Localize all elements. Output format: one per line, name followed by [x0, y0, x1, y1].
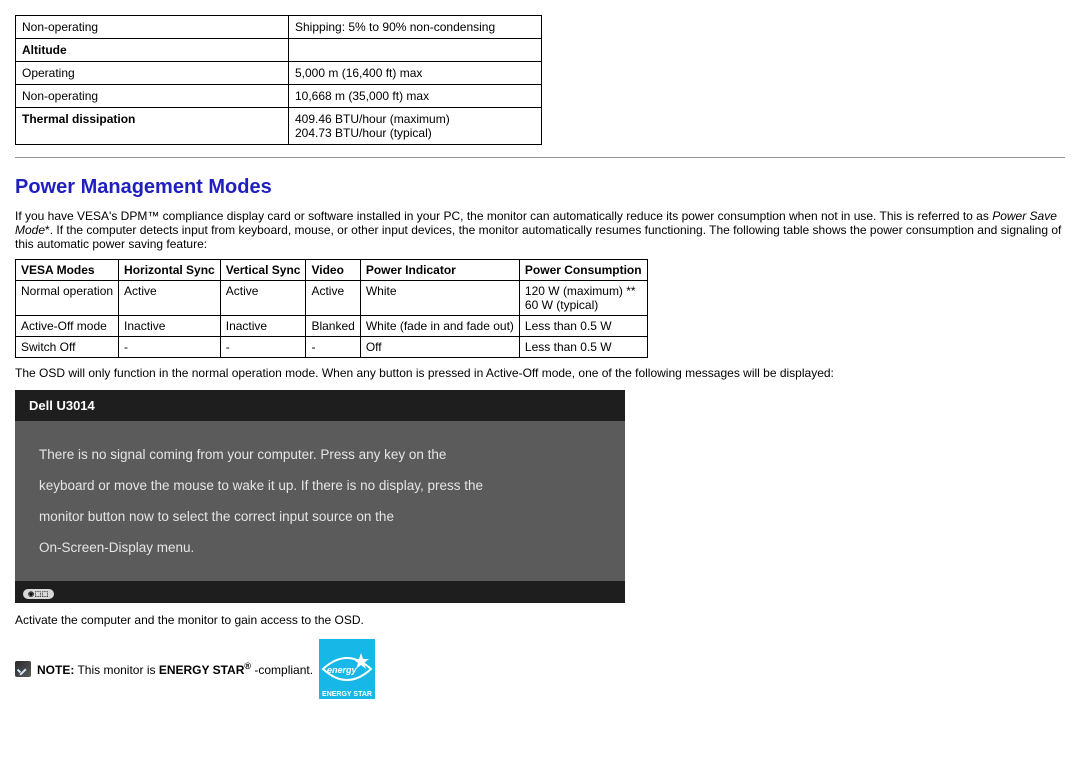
table-cell: Active — [220, 281, 306, 316]
table-row: Normal operationActiveActiveActiveWhite1… — [16, 281, 648, 316]
intro-text-1: If you have VESA's DPM™ compliance displ… — [15, 209, 992, 223]
osd-note-text: The OSD will only function in the normal… — [15, 366, 1065, 380]
spec-value: Shipping: 5% to 90% non-condensing — [289, 16, 542, 39]
svg-text:energy: energy — [327, 665, 358, 675]
column-header: Power Indicator — [360, 260, 519, 281]
spec-value — [289, 39, 542, 62]
environmental-spec-table: Non-operatingShipping: 5% to 90% non-con… — [15, 15, 542, 145]
intro-text-2: *. If the computer detects input from ke… — [15, 223, 1061, 251]
table-row: Active-Off modeInactiveInactiveBlankedWh… — [16, 316, 648, 337]
column-header: Vertical Sync — [220, 260, 306, 281]
table-cell: Inactive — [119, 316, 221, 337]
activate-text: Activate the computer and the monitor to… — [15, 613, 1065, 627]
table-cell: Off — [360, 337, 519, 358]
table-cell: Normal operation — [16, 281, 119, 316]
spec-label: Operating — [16, 62, 289, 85]
osd-message-body: There is no signal coming from your comp… — [15, 421, 625, 581]
table-cell: White (fade in and fade out) — [360, 316, 519, 337]
osd-title: Dell U3014 — [15, 390, 625, 421]
spec-label: Non-operating — [16, 85, 289, 108]
note-prefix: NOTE: — [37, 663, 74, 677]
intro-paragraph: If you have VESA's DPM™ compliance displ… — [15, 209, 1065, 251]
table-cell: Active — [119, 281, 221, 316]
table-row: Operating5,000 m (16,400 ft) max — [16, 62, 542, 85]
table-row: Switch Off---OffLess than 0.5 W — [16, 337, 648, 358]
osd-footer: ◉⬚⬚ — [15, 581, 625, 603]
input-source-icon: ◉⬚⬚ — [23, 589, 54, 599]
spec-value: 5,000 m (16,400 ft) max — [289, 62, 542, 85]
column-header: Video — [306, 260, 360, 281]
note-energystar: ENERGY STAR — [159, 663, 245, 677]
table-cell: Less than 0.5 W — [519, 337, 647, 358]
table-cell: 120 W (maximum) ** 60 W (typical) — [519, 281, 647, 316]
divider — [15, 157, 1065, 158]
table-cell: - — [220, 337, 306, 358]
table-cell: - — [306, 337, 360, 358]
table-cell: Inactive — [220, 316, 306, 337]
table-cell: White — [360, 281, 519, 316]
note-text: NOTE: This monitor is ENERGY STAR® -comp… — [37, 661, 313, 677]
table-cell: Active — [306, 281, 360, 316]
table-cell: Switch Off — [16, 337, 119, 358]
table-row: Non-operatingShipping: 5% to 90% non-con… — [16, 16, 542, 39]
spec-label: Altitude — [16, 39, 289, 62]
osd-line: There is no signal coming from your comp… — [39, 439, 601, 470]
spec-label: Thermal dissipation — [16, 108, 289, 145]
energy-star-note: NOTE: This monitor is ENERGY STAR® -comp… — [15, 639, 1065, 699]
osd-message-box: Dell U3014 There is no signal coming fro… — [15, 390, 625, 603]
table-row: Non-operating10,668 m (35,000 ft) max — [16, 85, 542, 108]
table-cell: Active-Off mode — [16, 316, 119, 337]
table-row: Thermal dissipation409.46 BTU/hour (maxi… — [16, 108, 542, 145]
table-cell: Blanked — [306, 316, 360, 337]
note-part2: -compliant. — [251, 663, 313, 677]
table-cell: - — [119, 337, 221, 358]
note-part1: This monitor is — [74, 663, 158, 677]
column-header: Horizontal Sync — [119, 260, 221, 281]
spec-value: 10,668 m (35,000 ft) max — [289, 85, 542, 108]
osd-line: On-Screen-Display menu. — [39, 532, 601, 563]
note-icon — [15, 661, 31, 677]
section-heading-power-management: Power Management Modes — [15, 176, 1065, 199]
power-modes-table: VESA ModesHorizontal SyncVertical SyncVi… — [15, 259, 648, 358]
osd-line: keyboard or move the mouse to wake it up… — [39, 470, 601, 501]
table-cell: Less than 0.5 W — [519, 316, 647, 337]
column-header: VESA Modes — [16, 260, 119, 281]
spec-label: Non-operating — [16, 16, 289, 39]
energy-star-logo: energy ENERGY STAR — [319, 639, 375, 699]
spec-value: 409.46 BTU/hour (maximum) 204.73 BTU/hou… — [289, 108, 542, 145]
svg-text:ENERGY STAR: ENERGY STAR — [322, 691, 372, 698]
osd-line: monitor button now to select the correct… — [39, 501, 601, 532]
table-row: Altitude — [16, 39, 542, 62]
column-header: Power Consumption — [519, 260, 647, 281]
